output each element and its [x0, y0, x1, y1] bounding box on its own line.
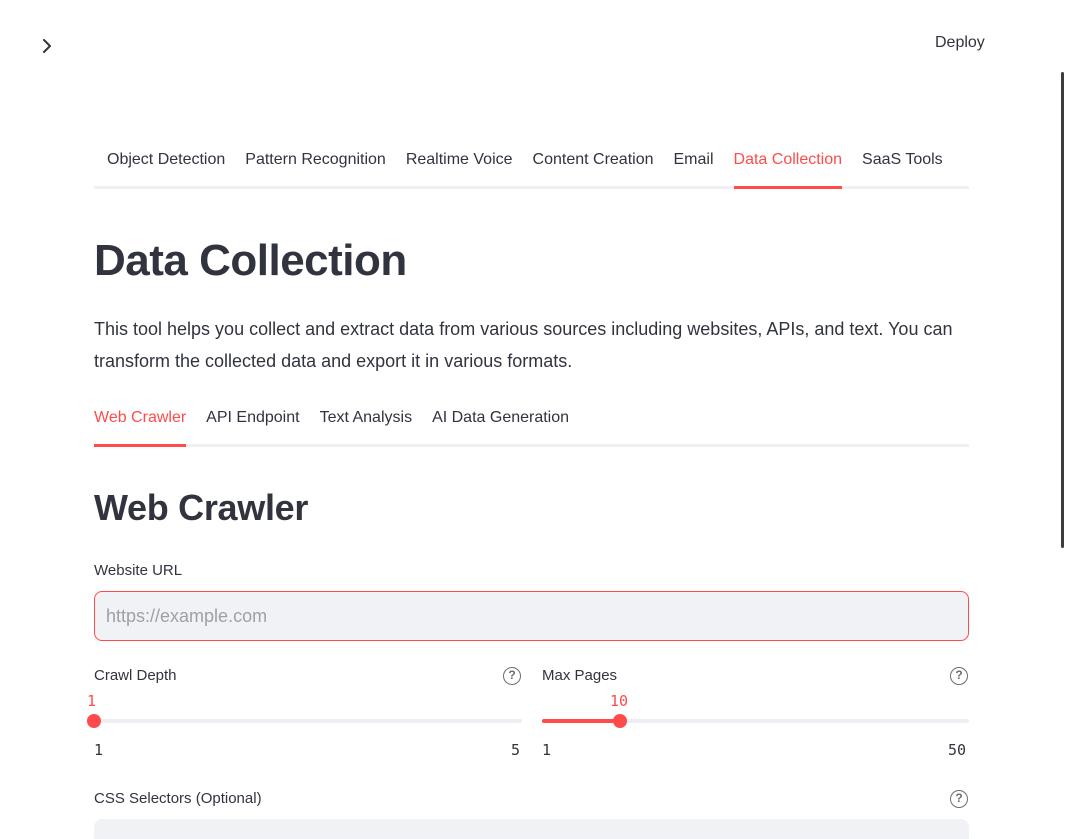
crawl-depth-slider-thumb[interactable]: [87, 714, 101, 728]
deploy-button[interactable]: Deploy: [918, 30, 1002, 56]
css-selectors-label: CSS Selectors (Optional): [94, 790, 262, 807]
crawl-depth-min: 1: [94, 741, 104, 759]
tab-realtime-voice[interactable]: Realtime Voice: [406, 151, 513, 189]
sub-tab-bar: Web Crawler API Endpoint Text Analysis A…: [94, 409, 969, 447]
max-pages-label: Max Pages: [542, 667, 618, 684]
scrollbar-thumb[interactable]: [1061, 72, 1064, 548]
crawl-depth-help-icon[interactable]: ?: [503, 667, 521, 685]
main-tab-bar: Object Detection Pattern Recognition Rea…: [94, 151, 969, 189]
section-title: Web Crawler: [94, 487, 309, 528]
tab-email[interactable]: Email: [674, 151, 714, 189]
page-description: This tool helps you collect and extract …: [94, 319, 953, 371]
crawl-depth-max: 5: [511, 741, 521, 759]
tab-pattern-recognition[interactable]: Pattern Recognition: [245, 151, 386, 189]
tab-text-analysis[interactable]: Text Analysis: [320, 409, 412, 447]
tab-web-crawler[interactable]: Web Crawler: [94, 409, 187, 447]
max-pages-min: 1: [542, 741, 552, 759]
max-pages-slider-thumb[interactable]: [613, 714, 627, 728]
max-pages-max: 50: [948, 741, 967, 759]
chevron-right-icon[interactable]: [38, 37, 56, 55]
css-selectors-help-icon[interactable]: ?: [950, 790, 968, 808]
css-selectors-input[interactable]: [94, 819, 969, 839]
max-pages-slider-fill: [542, 719, 620, 723]
crawl-depth-slider-track[interactable]: [94, 719, 522, 723]
tab-api-endpoint[interactable]: API Endpoint: [206, 409, 299, 447]
website-url-label: Website URL: [94, 562, 183, 579]
tab-object-detection[interactable]: Object Detection: [107, 151, 225, 189]
max-pages-value: 10: [610, 692, 629, 710]
crawl-depth-value: 1: [87, 692, 97, 710]
website-url-input[interactable]: [94, 591, 969, 641]
max-pages-help-icon[interactable]: ?: [950, 667, 968, 685]
crawl-depth-label: Crawl Depth: [94, 667, 177, 684]
tab-content-creation[interactable]: Content Creation: [533, 151, 654, 189]
tab-ai-data-generation[interactable]: AI Data Generation: [432, 409, 569, 447]
tab-data-collection[interactable]: Data Collection: [733, 151, 843, 189]
tab-saas-tools[interactable]: SaaS Tools: [862, 151, 943, 189]
page-title: Data Collection: [94, 236, 407, 285]
